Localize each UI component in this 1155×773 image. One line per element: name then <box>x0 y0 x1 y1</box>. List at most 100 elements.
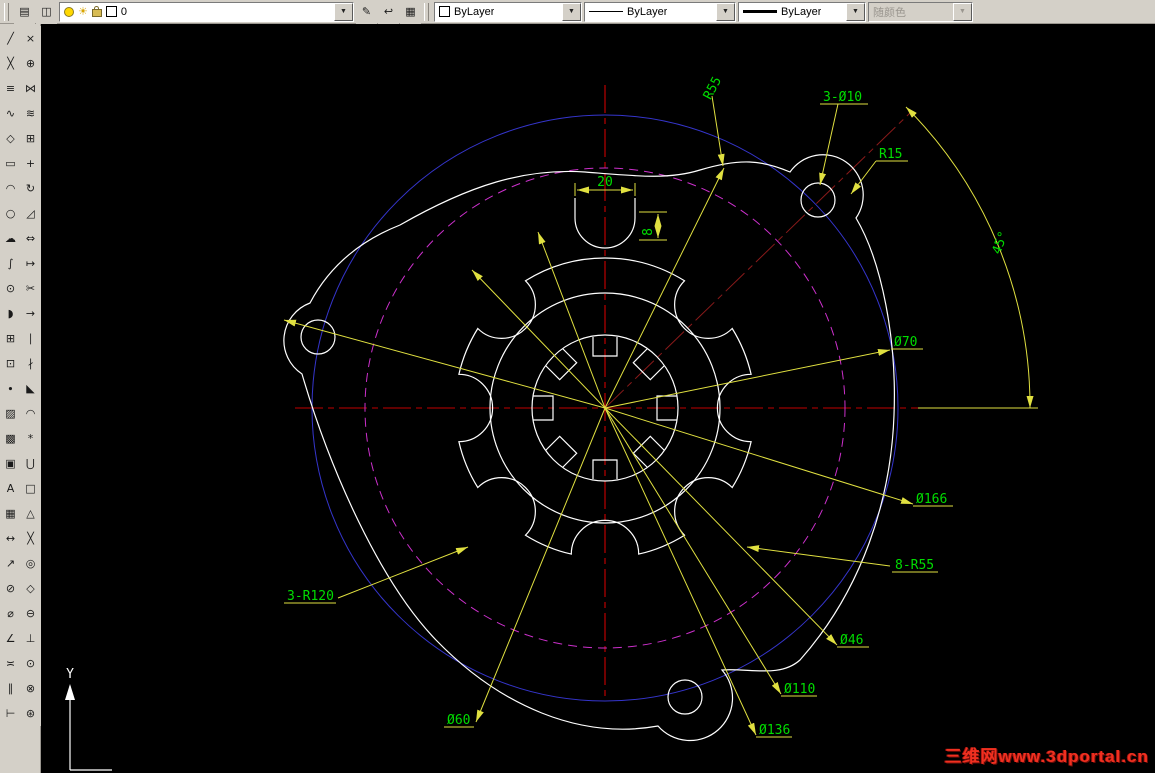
tool-point[interactable]: ∙ <box>0 376 21 401</box>
color-swatch <box>439 6 450 17</box>
tool-offset[interactable]: ≋ <box>20 101 41 126</box>
tool-break[interactable]: ∤ <box>20 351 41 376</box>
tool-rectangle[interactable]: ▭ <box>0 151 21 176</box>
tool-move[interactable]: + <box>20 151 41 176</box>
snap-quadrant-icon: ◇ <box>26 582 35 595</box>
tool-snap-node[interactable]: ⊙ <box>20 651 41 676</box>
tool-layer-properties-manager[interactable]: ▤ <box>14 0 35 24</box>
dim-label-8-r55: 8-R55 <box>895 558 934 573</box>
tool-revision-cloud[interactable]: ☁ <box>0 226 21 251</box>
tool-construction-line[interactable]: ╳ <box>0 51 21 76</box>
tool-snap-perpendicular[interactable]: ⊥ <box>20 626 41 651</box>
tool-snap-settings[interactable]: ⊛ <box>20 701 41 726</box>
dim-label-d70: Ø70 <box>894 335 917 350</box>
tool-region[interactable]: ▣ <box>0 451 21 476</box>
tool-explode[interactable]: * <box>20 426 41 451</box>
snap-intersection-icon: ╳ <box>27 532 34 545</box>
tool-polygon[interactable]: ◇ <box>0 126 21 151</box>
tool-fillet[interactable]: ◠ <box>20 401 41 426</box>
toolbar-grip[interactable] <box>4 2 9 21</box>
rectangle-icon: ▭ <box>5 157 16 170</box>
tool-dim-continue[interactable]: ⊢ <box>0 701 21 726</box>
tool-snap-center[interactable]: ◎ <box>20 551 41 576</box>
tool-erase[interactable]: × <box>20 26 41 51</box>
tool-snap-midpoint[interactable]: △ <box>20 501 41 526</box>
layer-freeze-icon[interactable]: ☀ <box>78 6 88 17</box>
fillet-icon: ◠ <box>25 407 36 420</box>
tool-layers-palette[interactable]: ◫ <box>36 0 57 24</box>
tool-dim-diameter[interactable]: ⌀ <box>0 601 21 626</box>
dim-diameter-icon: ⌀ <box>7 607 14 620</box>
tool-ellipse-arc[interactable]: ◗ <box>0 301 21 326</box>
tool-quick-dim[interactable]: ≍ <box>0 651 21 676</box>
tool-copy[interactable]: ⊕ <box>20 51 41 76</box>
tool-make-object-layer-current[interactable]: ✎ <box>356 0 377 24</box>
tool-arc[interactable]: ◠ <box>0 176 21 201</box>
multiline-icon: ≡ <box>5 82 16 95</box>
tool-lengthen[interactable]: ↦ <box>20 251 41 276</box>
modify-tool-column: × ⊕ ⋈ ≋ ⊞ + ↻ ◿ ⇔ ↦ ✂ → ∣ ∤ ◣ ◠ * ⋃ □ △ ╳ ◎ ◇ ⊖ ⊥ ⊙ ⊗ ⊛ <box>20 26 41 726</box>
tool-layer-states[interactable]: ▦ <box>400 0 421 24</box>
tool-stretch[interactable]: ⇔ <box>20 226 41 251</box>
tool-trim[interactable]: ✂ <box>20 276 41 301</box>
tool-dim-radius[interactable]: ⊘ <box>0 576 21 601</box>
tool-multiline[interactable]: ≡ <box>0 76 21 101</box>
move-icon: + <box>25 157 36 170</box>
array-icon: ⊞ <box>25 132 36 145</box>
ucs-icon: Y <box>65 667 112 771</box>
linetype-dropdown[interactable]: ByLayer ▼ <box>584 1 736 22</box>
tool-extend[interactable]: → <box>20 301 41 326</box>
tool-ellipse[interactable]: ⊙ <box>0 276 21 301</box>
tool-chamfer[interactable]: ◣ <box>20 376 41 401</box>
tool-table[interactable]: ▦ <box>0 501 21 526</box>
mirror-icon: ⋈ <box>25 82 36 95</box>
layer-dropdown-arrow[interactable]: ▼ <box>334 2 353 21</box>
layer-on-icon[interactable] <box>64 6 74 17</box>
tool-scale[interactable]: ◿ <box>20 201 41 226</box>
tool-dim-linear[interactable]: ↔ <box>0 526 21 551</box>
tool-snap-endpoint[interactable]: □ <box>20 476 41 501</box>
tool-spline[interactable]: ∫ <box>0 251 21 276</box>
tool-gradient[interactable]: ▩ <box>0 426 21 451</box>
lineweight-dropdown[interactable]: ByLayer ▼ <box>738 1 866 22</box>
color-dropdown-arrow[interactable]: ▼ <box>562 2 581 21</box>
dimension-labels[interactable]: R55 3-Ø10 R15 45° Ø70 Ø166 8-R55 Ø46 Ø11… <box>287 74 1012 738</box>
scale-icon: ◿ <box>26 207 35 220</box>
tool-dim-aligned[interactable]: ↗ <box>0 551 21 576</box>
tool-layer-previous[interactable]: ↩ <box>378 0 399 24</box>
tool-snap-quadrant[interactable]: ◇ <box>20 576 41 601</box>
tool-make-block[interactable]: ⊡ <box>0 351 21 376</box>
linetype-dropdown-arrow[interactable]: ▼ <box>716 2 735 21</box>
tool-circle[interactable]: ○ <box>0 201 21 226</box>
dimension-lines[interactable] <box>283 95 1038 738</box>
tool-join[interactable]: ⋃ <box>20 451 41 476</box>
tool-mirror[interactable]: ⋈ <box>20 76 41 101</box>
line-icon: ╱ <box>7 32 14 45</box>
tool-hatch[interactable]: ▨ <box>0 401 21 426</box>
tool-polyline[interactable]: ∿ <box>0 101 21 126</box>
tool-array[interactable]: ⊞ <box>20 126 41 151</box>
tool-break-at-point[interactable]: ∣ <box>20 326 41 351</box>
tool-dim-angular[interactable]: ∠ <box>0 626 21 651</box>
dim-label-8: 8 <box>641 228 656 236</box>
tool-multiline-text[interactable]: A <box>0 476 21 501</box>
drawing-canvas[interactable]: R55 3-Ø10 R15 45° Ø70 Ø166 8-R55 Ø46 Ø11… <box>41 24 1155 773</box>
tool-snap-tangent[interactable]: ⊖ <box>20 601 41 626</box>
toolbar-grip[interactable] <box>424 2 429 21</box>
layer-dropdown[interactable]: ☀ 0 ▼ <box>59 1 354 22</box>
region-icon: ▣ <box>5 457 16 470</box>
color-dropdown[interactable]: ByLayer ▼ <box>434 1 582 22</box>
construction-line-icon: ╳ <box>7 57 14 70</box>
tool-line[interactable]: ╱ <box>0 26 21 51</box>
cad-drawing[interactable]: R55 3-Ø10 R15 45° Ø70 Ø166 8-R55 Ø46 Ø11… <box>41 24 1155 773</box>
tool-insert-block[interactable]: ⊞ <box>0 326 21 351</box>
lineweight-dropdown-arrow[interactable]: ▼ <box>846 2 865 21</box>
layer-lock-icon[interactable] <box>91 6 102 17</box>
circle-icon: ○ <box>5 207 16 220</box>
lineweight-sample-icon <box>743 10 777 13</box>
tool-dim-baseline[interactable]: ∥ <box>0 676 21 701</box>
tool-snap-nearest[interactable]: ⊗ <box>20 676 41 701</box>
layers-properties-toolbar: ▤ ◫ ☀ 0 ▼ ✎ ↩ ▦ ByLayer ▼ ByLayer ▼ ByLayer… <box>0 0 1155 24</box>
tool-rotate[interactable]: ↻ <box>20 176 41 201</box>
tool-snap-intersection[interactable]: ╳ <box>20 526 41 551</box>
